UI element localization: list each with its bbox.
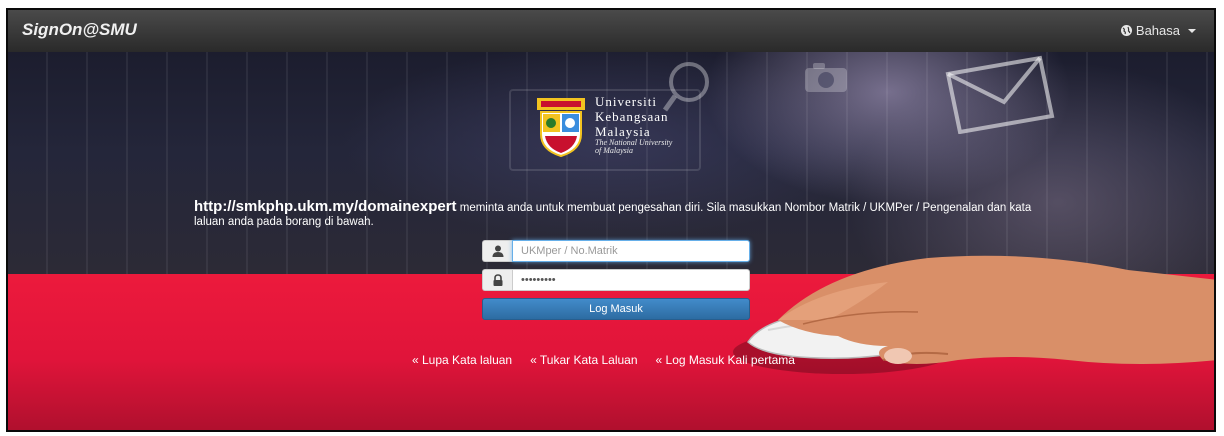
forgot-password-link[interactable]: « Lupa Kata laluan (412, 353, 512, 367)
chevron-down-icon (1188, 28, 1196, 33)
logo-tagline-2: of Malaysia (595, 146, 633, 155)
logo-text: Universiti Kebangsaan Malaysia The Natio… (595, 94, 672, 155)
crest-icon (537, 98, 585, 158)
logo-line-1: Universiti (595, 94, 657, 109)
ukm-logo: Universiti Kebangsaan Malaysia The Natio… (535, 94, 695, 164)
auth-message: http://smkphp.ukm.my/domainexpert memint… (194, 198, 1044, 229)
envelope-icon (945, 55, 1055, 134)
requesting-url: http://smkphp.ukm.my/domainexpert (194, 198, 457, 215)
footer-links: « Lupa Kata laluan « Tukar Kata Laluan «… (412, 353, 795, 367)
language-dropdown[interactable]: Bahasa (1120, 23, 1196, 38)
first-login-link[interactable]: « Log Masuk Kali pertama (656, 353, 795, 367)
globe-icon (1120, 25, 1132, 36)
language-label: Bahasa (1135, 23, 1180, 38)
brand[interactable]: SignOn@SMU (22, 20, 137, 40)
logo-line-2: Kebangsaan (595, 109, 669, 124)
user-icon (482, 240, 512, 262)
navbar: SignOn@SMU Bahasa (8, 10, 1214, 53)
camera-icon (805, 63, 847, 92)
lock-icon (482, 269, 512, 291)
change-password-link[interactable]: « Tukar Kata Laluan (530, 353, 637, 367)
hand-mouse-image (733, 255, 1214, 374)
logo-line-3: Malaysia (595, 124, 651, 139)
browser-frame: SignOn@SMU Bahasa Universiti Kebangsaan … (8, 10, 1214, 430)
